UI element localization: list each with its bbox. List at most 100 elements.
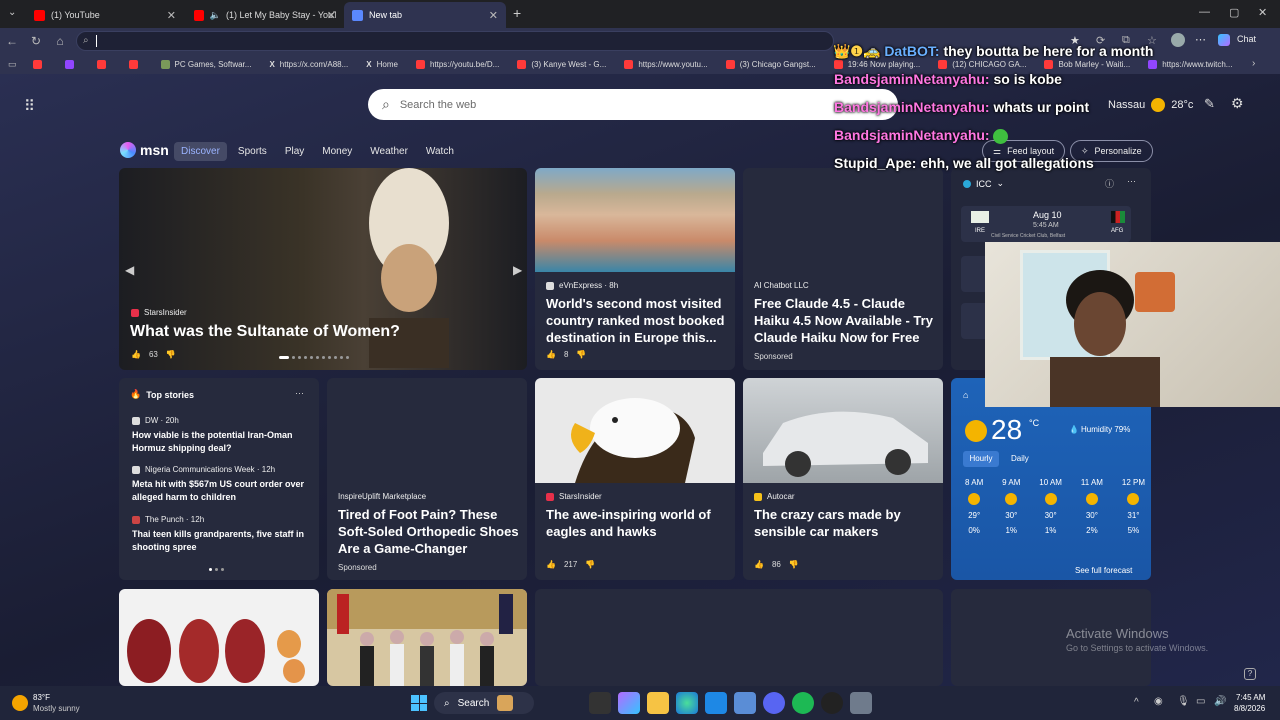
card-title[interactable]: Tired of Foot Pain? These Soft-Soled Ort… <box>338 506 522 557</box>
discord-icon[interactable] <box>763 692 785 714</box>
bookmark-item[interactable]: (3) Chicago Gangst... <box>725 59 816 69</box>
bookmark-item[interactable]: https://www.twitch... <box>1148 59 1232 69</box>
taskbar-search[interactable]: ⌕ Search <box>434 692 534 714</box>
news-card-eagle[interactable]: StarsInsider The awe-inspiring world of … <box>535 378 735 580</box>
sponsored-card-shoes[interactable]: InspireUplift Marketplace Tired of Foot … <box>327 378 527 580</box>
news-card-politics[interactable] <box>327 589 527 686</box>
new-tab-plus-icon[interactable]: + <box>513 5 521 21</box>
tab-let-my-baby-stay[interactable]: 🔈 (1) Let My Baby Stay - YouTube ✕ <box>186 2 344 28</box>
home-icon[interactable]: ⌂ <box>48 34 72 48</box>
card-title[interactable]: Free Claude 4.5 - Claude Haiku 4.5 Now A… <box>754 295 938 346</box>
nav-play[interactable]: Play <box>278 142 311 161</box>
more-options-icon[interactable]: ⋯ <box>1195 33 1206 46</box>
nav-sports[interactable]: Sports <box>231 142 274 161</box>
bookmark-item[interactable]: Bob Marley - Waiti... <box>1044 59 1130 69</box>
bookmark-item[interactable]: Xhttps://x.com/A88... <box>269 60 348 69</box>
bookmark-item[interactable]: (3) Kanye West - G... <box>517 59 606 69</box>
msn-logo[interactable]: msn <box>120 142 169 158</box>
story-item[interactable]: The Punch · 12h Thai teen kills grandpar… <box>132 515 310 554</box>
tab-hourly[interactable]: Hourly <box>963 451 999 467</box>
sponsored-card-claude[interactable]: AI Chatbot LLC Free Claude 4.5 - Claude … <box>743 168 943 370</box>
back-icon[interactable]: ← <box>0 34 24 48</box>
bookmark-item[interactable]: (12) CHICAGO GA... <box>938 59 1026 69</box>
news-card-meat[interactable] <box>119 589 319 686</box>
story-item[interactable]: Nigeria Communications Week · 12h Meta h… <box>132 465 310 504</box>
more-options-icon[interactable]: ⋯ <box>1127 176 1136 187</box>
carousel-prev-icon[interactable]: ◀ <box>125 263 134 277</box>
volume-icon[interactable]: 🔊 <box>1214 696 1226 707</box>
weather-widget[interactable]: ⌂ 28 °C 💧 Humidity 79% Hourly Daily 8 AM… <box>951 378 1151 580</box>
news-card-beach[interactable]: eVnExpress · 8h World's second most visi… <box>535 168 735 370</box>
bookmark-item[interactable]: PC Games, Softwar... <box>160 59 251 69</box>
windows-start-icon[interactable] <box>411 695 427 711</box>
bookmark-item[interactable]: https://youtu.be/D... <box>415 59 499 69</box>
news-card-placeholder[interactable] <box>535 589 943 686</box>
bookmarks-overflow-icon[interactable]: › <box>1252 58 1255 69</box>
hero-card[interactable]: ◀ ▶ StarsInsider What was the Sultanate … <box>119 168 527 370</box>
microphone-icon[interactable]: 🎙 <box>1177 696 1190 707</box>
task-view-icon[interactable] <box>589 692 611 714</box>
card-title[interactable]: The awe-inspiring world of eagles and ha… <box>546 506 730 540</box>
taskbar-weather-desc[interactable]: Mostly sunny <box>33 704 80 713</box>
news-card-cars[interactable]: Autocar The crazy cars made by sensible … <box>743 378 943 580</box>
store-icon[interactable] <box>705 692 727 714</box>
nav-watch[interactable]: Watch <box>419 142 461 161</box>
thumbs-down-icon[interactable]: 👎 <box>576 350 586 359</box>
tab-youtube[interactable]: (1) YouTube ✕ <box>26 2 184 28</box>
tab-actions-chevron-icon[interactable]: ⌄ <box>8 7 16 18</box>
copilot-icon[interactable] <box>1218 34 1230 46</box>
info-icon[interactable]: ⓘ <box>1105 177 1114 190</box>
pencil-icon[interactable]: ✎ <box>1204 96 1215 112</box>
taskbar-date[interactable]: 8/8/2026 <box>1234 704 1265 713</box>
bookmark-item[interactable] <box>64 59 79 69</box>
bookmark-item[interactable] <box>128 59 143 69</box>
tray-chevron-icon[interactable]: ^ <box>1134 697 1139 708</box>
cricket-match[interactable]: IRE Aug 10 5:45 AM Civil Service Cricket… <box>961 206 1131 242</box>
thumbs-down-icon[interactable]: 👎 <box>166 350 176 359</box>
gear-icon[interactable]: ⚙ <box>1231 95 1244 112</box>
copilot-app-icon[interactable] <box>618 692 640 714</box>
bookmark-item[interactable] <box>32 59 47 69</box>
nav-discover[interactable]: Discover <box>174 142 227 161</box>
bookmark-item[interactable]: 19:46 Now playing... <box>833 59 920 69</box>
bookmark-item[interactable]: https://www.youtu... <box>624 59 708 69</box>
nav-money[interactable]: Money <box>315 142 359 161</box>
tray-app-icon[interactable]: ◉ <box>1154 696 1163 707</box>
chat-button[interactable]: Chat <box>1237 34 1256 44</box>
weather-summary[interactable]: Nassau 28°c <box>1108 98 1193 112</box>
thumbs-down-icon[interactable]: 👎 <box>585 560 595 569</box>
see-full-forecast-link[interactable]: See full forecast <box>1075 566 1132 575</box>
hero-title[interactable]: What was the Sultanate of Women? <box>130 323 400 341</box>
app-icon[interactable] <box>734 692 756 714</box>
apps-grid-icon[interactable]: ⠿ <box>24 97 35 115</box>
help-icon[interactable]: ? <box>1244 668 1256 680</box>
tab-new-tab[interactable]: New tab ✕ <box>344 2 506 28</box>
close-window-icon[interactable]: ✕ <box>1258 6 1267 19</box>
bookmark-item[interactable]: X Home <box>366 60 398 69</box>
bookmark-item[interactable] <box>96 59 111 69</box>
thumbs-up-icon[interactable]: 👍 <box>754 560 764 569</box>
taskbar-weather-temp[interactable]: 83°F <box>33 693 50 702</box>
thumbs-down-icon[interactable]: 👎 <box>789 560 799 569</box>
spotify-icon[interactable] <box>792 692 814 714</box>
card-title[interactable]: World's second most visited country rank… <box>546 295 728 346</box>
refresh-icon[interactable]: ↻ <box>24 34 48 48</box>
edge-browser-icon[interactable] <box>676 692 698 714</box>
more-options-icon[interactable]: ⋯ <box>295 388 304 399</box>
close-tab-icon[interactable]: ✕ <box>327 9 336 22</box>
card-title[interactable]: The crazy cars made by sensible car make… <box>754 506 938 540</box>
nav-weather[interactable]: Weather <box>363 142 415 161</box>
minimize-icon[interactable]: — <box>1199 6 1210 18</box>
story-item[interactable]: DW · 20h How viable is the potential Ira… <box>132 416 310 455</box>
profile-avatar[interactable] <box>1171 33 1185 47</box>
web-search-box[interactable]: ⌕ Search the web <box>368 89 898 120</box>
obs-icon[interactable] <box>821 692 843 714</box>
settings-app-icon[interactable] <box>850 692 872 714</box>
close-tab-icon[interactable]: ✕ <box>167 9 176 22</box>
display-icon[interactable]: ▭ <box>1196 696 1205 707</box>
carousel-next-icon[interactable]: ▶ <box>513 263 522 277</box>
close-tab-icon[interactable]: ✕ <box>489 9 498 22</box>
tab-daily[interactable]: Daily <box>1011 451 1029 467</box>
address-bar[interactable]: ⌕ <box>76 31 834 51</box>
thumbs-up-icon[interactable]: 👍 <box>546 350 556 359</box>
